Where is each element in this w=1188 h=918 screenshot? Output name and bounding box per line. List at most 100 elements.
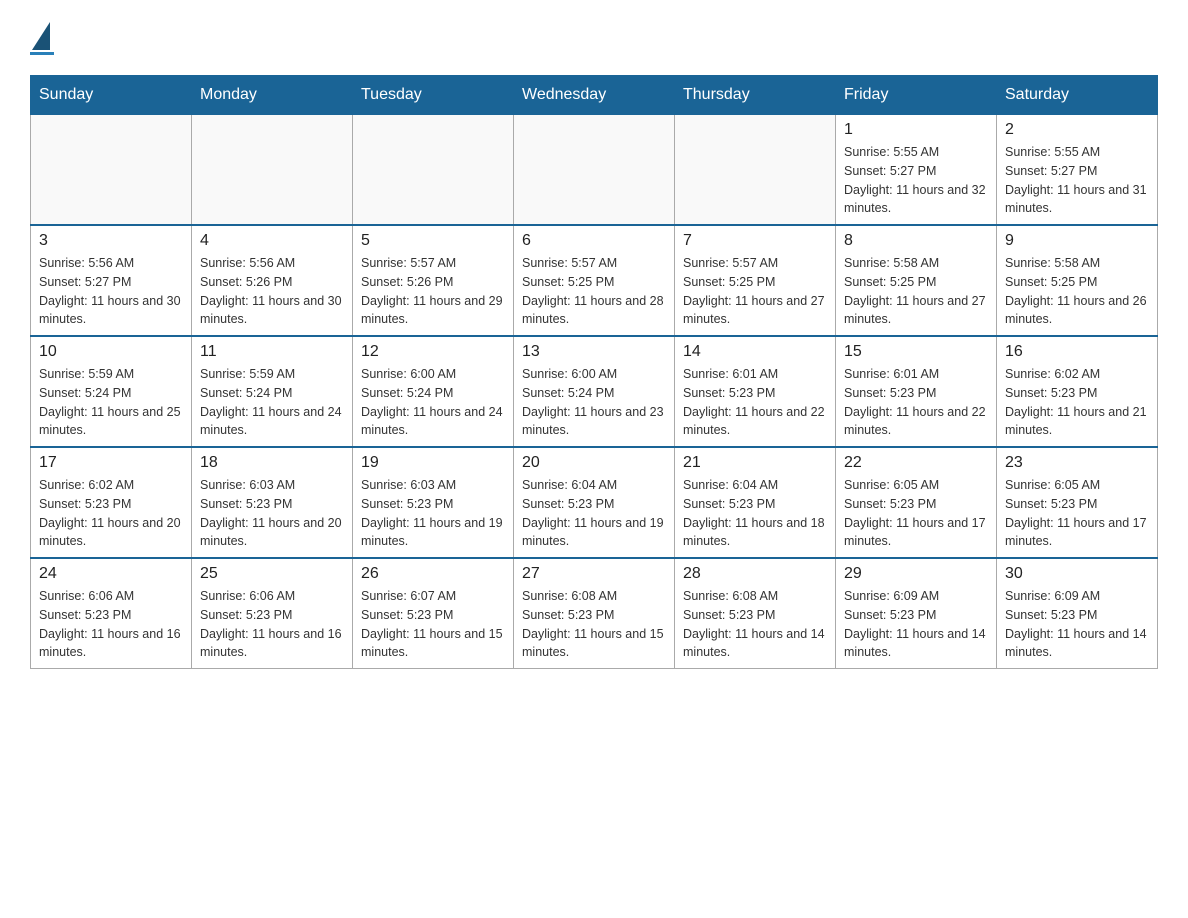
day-info: Sunrise: 5:56 AMSunset: 5:26 PMDaylight:…: [200, 254, 344, 329]
day-number: 25: [200, 565, 344, 583]
weekday-header-wednesday: Wednesday: [514, 76, 675, 115]
day-info: Sunrise: 6:00 AMSunset: 5:24 PMDaylight:…: [361, 365, 505, 440]
calendar-cell: [514, 115, 675, 226]
logo-underline: [30, 52, 54, 55]
day-number: 10: [39, 343, 183, 361]
day-info: Sunrise: 6:09 AMSunset: 5:23 PMDaylight:…: [1005, 587, 1149, 662]
calendar-week-row: 17 Sunrise: 6:02 AMSunset: 5:23 PMDayligh…: [31, 447, 1158, 558]
day-number: 9: [1005, 232, 1149, 250]
day-number: 17: [39, 454, 183, 472]
day-info: Sunrise: 5:57 AMSunset: 5:25 PMDaylight:…: [683, 254, 827, 329]
day-info: Sunrise: 6:04 AMSunset: 5:23 PMDaylight:…: [683, 476, 827, 551]
day-number: 27: [522, 565, 666, 583]
day-info: Sunrise: 6:04 AMSunset: 5:23 PMDaylight:…: [522, 476, 666, 551]
weekday-header-thursday: Thursday: [675, 76, 836, 115]
day-number: 26: [361, 565, 505, 583]
calendar-cell: 24Sunrise: 6:06 AMSunset: 5:23 PMDayligh…: [31, 558, 192, 669]
calendar-cell: 30 Sunrise: 6:09 AMSunset: 5:23 PMDayligh…: [997, 558, 1158, 669]
calendar-cell: 28 Sunrise: 6:08 AMSunset: 5:23 PMDayligh…: [675, 558, 836, 669]
calendar-cell: 9Sunrise: 5:58 AMSunset: 5:25 PMDaylight…: [997, 225, 1158, 336]
day-info: Sunrise: 5:58 AMSunset: 5:25 PMDaylight:…: [844, 254, 988, 329]
day-number: 6: [522, 232, 666, 250]
calendar-cell: 3 Sunrise: 5:56 AMSunset: 5:27 PMDaylight…: [31, 225, 192, 336]
calendar-cell: 6 Sunrise: 5:57 AMSunset: 5:25 PMDaylight…: [514, 225, 675, 336]
day-info: Sunrise: 6:03 AMSunset: 5:23 PMDaylight:…: [200, 476, 344, 551]
calendar-cell: [353, 115, 514, 226]
day-number: 28: [683, 565, 827, 583]
calendar-week-row: 24Sunrise: 6:06 AMSunset: 5:23 PMDayligh…: [31, 558, 1158, 669]
calendar-cell: 7Sunrise: 5:57 AMSunset: 5:25 PMDaylight…: [675, 225, 836, 336]
calendar-cell: 29Sunrise: 6:09 AMSunset: 5:23 PMDayligh…: [836, 558, 997, 669]
calendar-cell: 5 Sunrise: 5:57 AMSunset: 5:26 PMDaylight…: [353, 225, 514, 336]
day-info: Sunrise: 6:02 AMSunset: 5:23 PMDaylight:…: [1005, 365, 1149, 440]
day-info: Sunrise: 5:59 AMSunset: 5:24 PMDaylight:…: [39, 365, 183, 440]
day-number: 19: [361, 454, 505, 472]
weekday-header-saturday: Saturday: [997, 76, 1158, 115]
calendar-cell: 8 Sunrise: 5:58 AMSunset: 5:25 PMDaylight…: [836, 225, 997, 336]
calendar-cell: 15 Sunrise: 6:01 AMSunset: 5:23 PMDayligh…: [836, 336, 997, 447]
day-info: Sunrise: 5:57 AMSunset: 5:26 PMDaylight:…: [361, 254, 505, 329]
calendar-cell: 25 Sunrise: 6:06 AMSunset: 5:23 PMDayligh…: [192, 558, 353, 669]
day-number: 12: [361, 343, 505, 361]
calendar-cell: 13Sunrise: 6:00 AMSunset: 5:24 PMDayligh…: [514, 336, 675, 447]
calendar-cell: 14 Sunrise: 6:01 AMSunset: 5:23 PMDayligh…: [675, 336, 836, 447]
calendar-cell: 12 Sunrise: 6:00 AMSunset: 5:24 PMDayligh…: [353, 336, 514, 447]
calendar-cell: 11 Sunrise: 5:59 AMSunset: 5:24 PMDayligh…: [192, 336, 353, 447]
calendar-cell: [192, 115, 353, 226]
calendar-cell: 10 Sunrise: 5:59 AMSunset: 5:24 PMDayligh…: [31, 336, 192, 447]
calendar-cell: 16 Sunrise: 6:02 AMSunset: 5:23 PMDayligh…: [997, 336, 1158, 447]
calendar-week-row: 3 Sunrise: 5:56 AMSunset: 5:27 PMDaylight…: [31, 225, 1158, 336]
calendar-cell: 26 Sunrise: 6:07 AMSunset: 5:23 PMDayligh…: [353, 558, 514, 669]
weekday-header-tuesday: Tuesday: [353, 76, 514, 115]
calendar-week-row: 10 Sunrise: 5:59 AMSunset: 5:24 PMDayligh…: [31, 336, 1158, 447]
day-info: Sunrise: 6:05 AMSunset: 5:23 PMDaylight:…: [844, 476, 988, 551]
calendar-cell: 19 Sunrise: 6:03 AMSunset: 5:23 PMDayligh…: [353, 447, 514, 558]
day-info: Sunrise: 5:56 AMSunset: 5:27 PMDaylight:…: [39, 254, 183, 329]
day-number: 11: [200, 343, 344, 361]
day-info: Sunrise: 5:55 AMSunset: 5:27 PMDaylight:…: [844, 143, 988, 218]
day-number: 13: [522, 343, 666, 361]
day-number: 22: [844, 454, 988, 472]
day-info: Sunrise: 6:03 AMSunset: 5:23 PMDaylight:…: [361, 476, 505, 551]
day-number: 5: [361, 232, 505, 250]
day-number: 21: [683, 454, 827, 472]
day-info: Sunrise: 6:01 AMSunset: 5:23 PMDaylight:…: [683, 365, 827, 440]
day-info: Sunrise: 5:59 AMSunset: 5:24 PMDaylight:…: [200, 365, 344, 440]
calendar-cell: 4 Sunrise: 5:56 AMSunset: 5:26 PMDaylight…: [192, 225, 353, 336]
day-info: Sunrise: 6:06 AMSunset: 5:23 PMDaylight:…: [200, 587, 344, 662]
day-number: 4: [200, 232, 344, 250]
day-info: Sunrise: 5:55 AMSunset: 5:27 PMDaylight:…: [1005, 143, 1149, 218]
day-number: 8: [844, 232, 988, 250]
calendar-table: SundayMondayTuesdayWednesdayThursdayFrid…: [30, 75, 1158, 669]
calendar-cell: 17 Sunrise: 6:02 AMSunset: 5:23 PMDayligh…: [31, 447, 192, 558]
logo-triangle-icon: [32, 22, 50, 50]
day-info: Sunrise: 6:02 AMSunset: 5:23 PMDaylight:…: [39, 476, 183, 551]
day-number: 20: [522, 454, 666, 472]
page-header: [30, 20, 1158, 55]
day-number: 14: [683, 343, 827, 361]
day-info: Sunrise: 6:08 AMSunset: 5:23 PMDaylight:…: [522, 587, 666, 662]
calendar-cell: 20 Sunrise: 6:04 AMSunset: 5:23 PMDayligh…: [514, 447, 675, 558]
calendar-cell: 18Sunrise: 6:03 AMSunset: 5:23 PMDayligh…: [192, 447, 353, 558]
logo: [30, 20, 54, 55]
day-info: Sunrise: 6:01 AMSunset: 5:23 PMDaylight:…: [844, 365, 988, 440]
day-info: Sunrise: 6:07 AMSunset: 5:23 PMDaylight:…: [361, 587, 505, 662]
day-number: 3: [39, 232, 183, 250]
day-number: 16: [1005, 343, 1149, 361]
day-info: Sunrise: 6:06 AMSunset: 5:23 PMDaylight:…: [39, 587, 183, 662]
calendar-cell: 21 Sunrise: 6:04 AMSunset: 5:23 PMDayligh…: [675, 447, 836, 558]
day-number: 15: [844, 343, 988, 361]
weekday-header-monday: Monday: [192, 76, 353, 115]
weekday-header-friday: Friday: [836, 76, 997, 115]
day-info: Sunrise: 5:57 AMSunset: 5:25 PMDaylight:…: [522, 254, 666, 329]
day-info: Sunrise: 6:05 AMSunset: 5:23 PMDaylight:…: [1005, 476, 1149, 551]
day-number: 1: [844, 121, 988, 139]
calendar-cell: 23Sunrise: 6:05 AMSunset: 5:23 PMDayligh…: [997, 447, 1158, 558]
day-info: Sunrise: 6:08 AMSunset: 5:23 PMDaylight:…: [683, 587, 827, 662]
calendar-cell: 27 Sunrise: 6:08 AMSunset: 5:23 PMDayligh…: [514, 558, 675, 669]
calendar-week-row: 1 Sunrise: 5:55 AMSunset: 5:27 PMDaylight…: [31, 115, 1158, 226]
day-number: 30: [1005, 565, 1149, 583]
calendar-cell: 22 Sunrise: 6:05 AMSunset: 5:23 PMDayligh…: [836, 447, 997, 558]
day-number: 2: [1005, 121, 1149, 139]
day-number: 29: [844, 565, 988, 583]
